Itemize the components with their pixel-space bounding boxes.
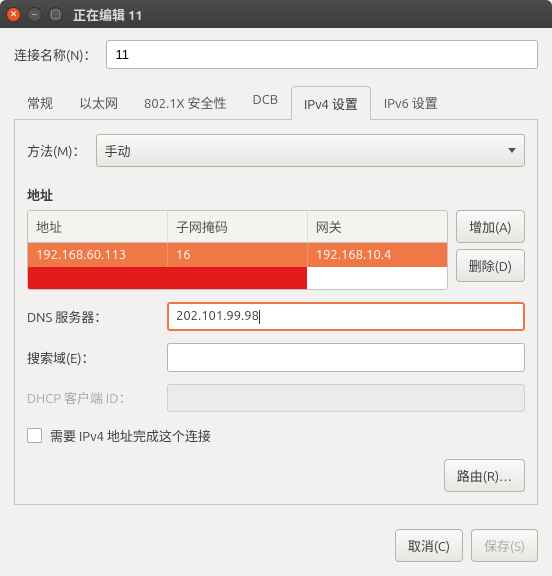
- table-row[interactable]: [28, 267, 447, 289]
- close-icon[interactable]: ✕: [6, 7, 21, 22]
- save-button: 保存(S): [471, 529, 538, 562]
- delete-button[interactable]: 删除(D): [456, 249, 525, 282]
- tab-dcb[interactable]: DCB: [240, 85, 291, 119]
- tab-general[interactable]: 常规: [14, 85, 66, 119]
- cancel-button[interactable]: 取消(C): [395, 529, 463, 562]
- dialog-footer: 取消(C) 保存(S): [0, 517, 552, 576]
- search-domain-label: 搜索域(E)：: [27, 348, 157, 367]
- address-table[interactable]: 地址 子网掩码 网关 192.168.60.113 16 192.168.10.…: [27, 210, 448, 290]
- connection-name-label: 连接名称(N)：: [14, 45, 96, 64]
- addresses-label: 地址: [27, 185, 525, 204]
- cell-netmask-empty[interactable]: [168, 267, 308, 289]
- dhcp-client-id-label: DHCP 客户端 ID：: [27, 388, 157, 407]
- method-label: 方法(M)：: [27, 141, 86, 160]
- table-row[interactable]: 192.168.60.113 16 192.168.10.4: [28, 243, 447, 267]
- cell-netmask: 16: [168, 243, 308, 267]
- minimize-icon[interactable]: –: [27, 7, 42, 22]
- ipv4-panel: 方法(M)： 手动 地址 地址 子网掩码 网关 192.168.60.113 1…: [14, 120, 538, 505]
- tabs: 常规 以太网 802.1X 安全性 DCB IPv4 设置 IPv6 设置: [14, 85, 538, 120]
- add-button[interactable]: 增加(A): [456, 210, 525, 243]
- cell-address-empty[interactable]: [28, 267, 168, 289]
- require-ipv4-checkbox[interactable]: [27, 428, 42, 443]
- cell-gateway-empty[interactable]: [307, 267, 447, 289]
- method-select[interactable]: 手动: [96, 134, 526, 167]
- titlebar: ✕ – ▢ 正在编辑 11: [0, 0, 552, 28]
- tab-ethernet[interactable]: 以太网: [66, 85, 131, 119]
- maximize-icon[interactable]: ▢: [48, 7, 63, 22]
- connection-name-input[interactable]: [106, 40, 538, 69]
- routes-button[interactable]: 路由(R)…: [444, 459, 525, 492]
- dhcp-client-id-input: [167, 384, 525, 412]
- search-domain-input[interactable]: [167, 343, 525, 372]
- col-address: 地址: [28, 211, 168, 243]
- text-cursor: [259, 310, 260, 324]
- tab-ipv4[interactable]: IPv4 设置: [291, 86, 371, 120]
- cell-gateway: 192.168.10.4: [308, 243, 447, 267]
- tab-ipv6[interactable]: IPv6 设置: [371, 85, 451, 119]
- cell-address: 192.168.60.113: [28, 243, 168, 267]
- window-title: 正在编辑 11: [73, 5, 143, 24]
- require-ipv4-label: 需要 IPv4 地址完成这个连接: [50, 426, 211, 445]
- chevron-down-icon: [508, 148, 516, 153]
- table-header: 地址 子网掩码 网关: [28, 211, 447, 243]
- tab-8021x[interactable]: 802.1X 安全性: [131, 85, 240, 119]
- dns-input[interactable]: 202.101.99.98: [167, 302, 525, 331]
- method-value: 手动: [105, 141, 131, 160]
- dns-label: DNS 服务器：: [27, 307, 157, 326]
- col-gateway: 网关: [308, 211, 447, 243]
- col-netmask: 子网掩码: [168, 211, 308, 243]
